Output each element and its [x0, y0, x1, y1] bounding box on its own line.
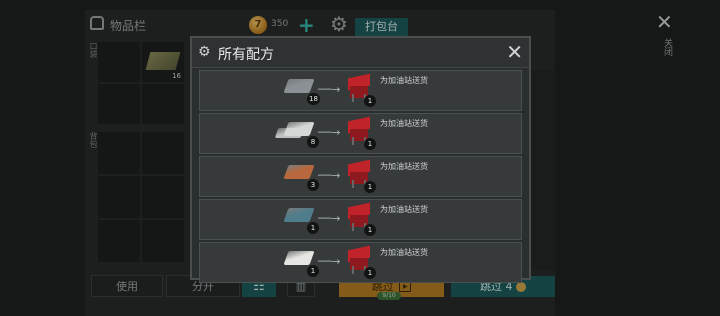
silver-ingot-icon [283, 251, 315, 265]
arrow-icon: ──→ [318, 212, 341, 225]
recipe-description: 为加油站送货 [380, 205, 428, 214]
steel-ingot-icon [283, 208, 315, 222]
recipes-modal: ⚙ 所有配方 ✕ 18 ──→ 1 为加油站送货 8 ──→ 1 为加油站送货 … [190, 36, 531, 283]
recipe-row[interactable]: 1 ──→ 1 为加油站送货 [199, 199, 522, 240]
recipe-row[interactable]: 1 ──→ 1 为加油站送货 [199, 242, 522, 283]
recipe-description: 为加油站送货 [380, 162, 428, 171]
recipe-description: 为加油站送货 [380, 248, 428, 257]
modal-title: 所有配方 [218, 47, 274, 63]
arrow-icon: ──→ [318, 83, 341, 96]
arrow-icon: ──→ [318, 169, 341, 182]
result-qty: 1 [364, 138, 376, 150]
copper-ingot-icon [283, 165, 315, 179]
recipe-description: 为加油站送货 [380, 119, 428, 128]
aluminum-ingot-icon [283, 122, 315, 136]
modal-header: ⚙ 所有配方 ✕ [192, 38, 529, 68]
recipe-list: 18 ──→ 1 为加油站送货 8 ──→ 1 为加油站送货 3 ──→ 1 为… [199, 70, 522, 285]
arrow-icon: ──→ [318, 126, 341, 139]
recipe-row[interactable]: 8 ──→ 1 为加油站送货 [199, 113, 522, 154]
recipe-description: 为加油站送货 [380, 76, 428, 85]
result-qty: 1 [364, 95, 376, 107]
close-icon[interactable]: ✕ [506, 40, 523, 64]
result-qty: 1 [364, 267, 376, 279]
arrow-icon: ──→ [318, 255, 341, 268]
result-qty: 1 [364, 181, 376, 193]
result-qty: 1 [364, 224, 376, 236]
iron-ingot-icon [283, 79, 315, 93]
recipe-row[interactable]: 3 ──→ 1 为加油站送货 [199, 156, 522, 197]
recipe-row[interactable]: 18 ──→ 1 为加油站送货 [199, 70, 522, 111]
gears-icon: ⚙ [198, 44, 211, 60]
